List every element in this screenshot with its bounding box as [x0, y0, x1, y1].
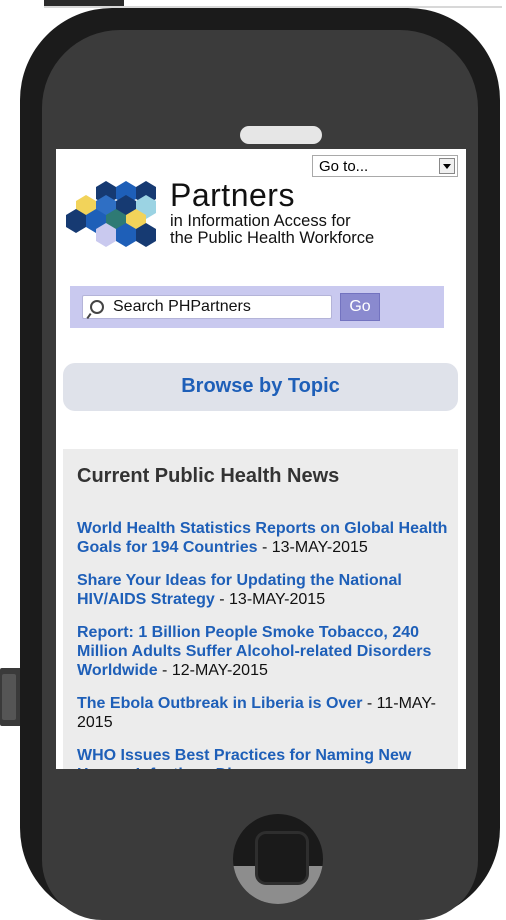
search-icon [90, 300, 104, 314]
news-date: - 12-MAY-2015 [157, 662, 268, 679]
news-list: World Health Statistics Reports on Globa… [77, 519, 449, 769]
phone-screen: Go to... Partners in Information Access … [56, 149, 466, 769]
news-link[interactable]: WHO Issues Best Practices for Naming New… [77, 747, 411, 769]
search-bar: Go [70, 286, 444, 328]
logo-subtitle-line-2: the Public Health Workforce [170, 229, 375, 247]
news-date: - 13-MAY-2015 [257, 539, 368, 556]
host-tab [44, 0, 124, 6]
list-item: WHO Issues Best Practices for Naming New… [77, 746, 449, 769]
speaker-grille [240, 126, 322, 144]
chevron-down-icon[interactable] [439, 158, 455, 174]
logo-subtitle-line-1: in Information Access for [170, 212, 351, 230]
search-box[interactable] [82, 295, 332, 319]
list-item: The Ebola Outbreak in Liberia is Over - … [77, 694, 449, 732]
news-link[interactable]: The Ebola Outbreak in Liberia is Over [77, 695, 362, 712]
host-top-strip [44, 0, 502, 8]
home-button[interactable] [233, 814, 323, 904]
news-date: - 13-MAY-2015 [214, 591, 326, 608]
hexagon-logo-icon [66, 181, 156, 247]
list-item: World Health Statistics Reports on Globa… [77, 519, 449, 557]
goto-select-value: Go to... [319, 158, 369, 175]
goto-select[interactable]: Go to... [312, 155, 458, 177]
logo-title: Partners [170, 177, 295, 213]
host-side-tab [0, 668, 22, 726]
news-heading: Current Public Health News [77, 465, 340, 487]
list-item: Share Your Ideas for Updating the Nation… [77, 571, 449, 609]
go-button[interactable]: Go [340, 293, 380, 321]
search-input[interactable] [113, 297, 323, 317]
home-square-icon [258, 834, 306, 882]
browse-by-topic-button[interactable]: Browse by Topic [63, 363, 458, 411]
news-panel: Current Public Health News World Health … [63, 449, 458, 769]
logo-subtitle: in Information Access for the Public Hea… [170, 213, 374, 247]
list-item: Report: 1 Billion People Smoke Tobacco, … [77, 623, 449, 680]
